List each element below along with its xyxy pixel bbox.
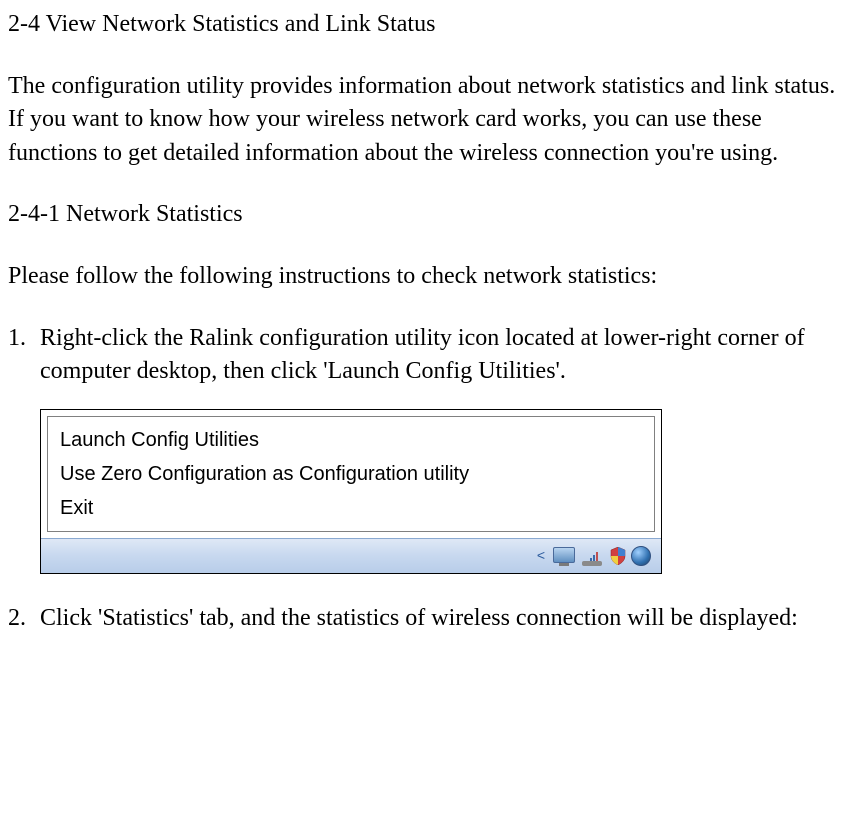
- step-1-number: 1.: [8, 322, 40, 389]
- tray-expand-chevron-icon[interactable]: <: [533, 548, 549, 564]
- windows-popup-area: Launch Config Utilities Use Zero Configu…: [40, 409, 662, 574]
- system-tray: <: [41, 538, 661, 573]
- step-1: 1. Right-click the Ralink configuration …: [8, 322, 844, 389]
- network-globe-icon[interactable]: [631, 546, 651, 566]
- section-title: View Network Statistics and Link Status: [46, 11, 436, 37]
- subsection-title: Network Statistics: [66, 201, 243, 227]
- step-2-number: 2.: [8, 602, 40, 636]
- intro-paragraph: The configuration utility provides infor…: [8, 70, 844, 171]
- instructions-lead: Please follow the following instructions…: [8, 260, 844, 294]
- menu-item-launch-config[interactable]: Launch Config Utilities: [50, 423, 652, 457]
- section-heading: 2-4 View Network Statistics and Link Sta…: [8, 8, 844, 42]
- subsection-heading: 2-4-1 Network Statistics: [8, 198, 844, 232]
- security-shield-icon[interactable]: [609, 546, 627, 566]
- menu-item-use-zero-config[interactable]: Use Zero Configuration as Configuration …: [50, 457, 652, 491]
- menu-item-exit[interactable]: Exit: [50, 491, 652, 525]
- step-1-text: Right-click the Ralink configuration uti…: [40, 322, 844, 389]
- step-2: 2. Click 'Statistics' tab, and the stati…: [8, 602, 844, 636]
- subsection-number: 2-4-1: [8, 201, 60, 227]
- monitor-icon[interactable]: [553, 547, 575, 565]
- step-2-text: Click 'Statistics' tab, and the statisti…: [40, 602, 844, 636]
- section-number: 2-4: [8, 11, 40, 37]
- context-menu: Launch Config Utilities Use Zero Configu…: [47, 416, 655, 532]
- screenshot-context-menu: Launch Config Utilities Use Zero Configu…: [40, 409, 844, 574]
- wifi-utility-icon[interactable]: [579, 546, 605, 566]
